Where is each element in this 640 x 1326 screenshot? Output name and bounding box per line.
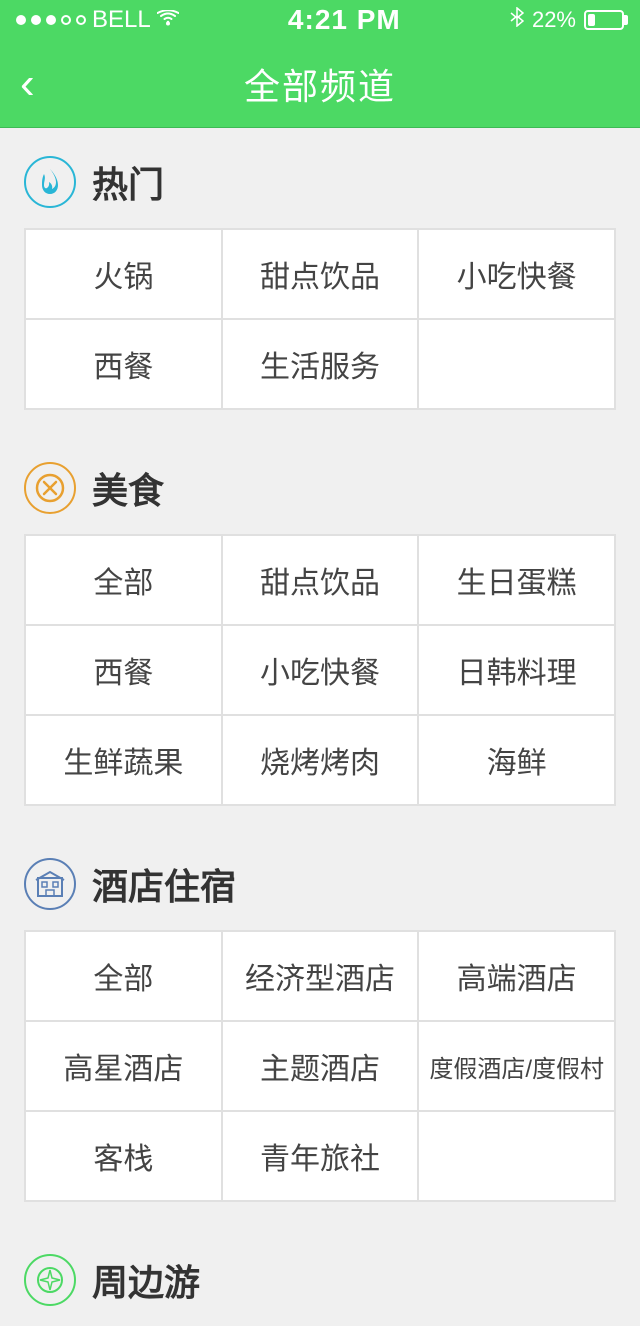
hot-grid: 火锅 甜点饮品 小吃快餐 西餐 生活服务 xyxy=(24,228,616,410)
divider-3 xyxy=(0,1202,640,1226)
grid-item[interactable]: 经济型酒店 xyxy=(223,932,418,1020)
grid-item[interactable]: 海鲜 xyxy=(419,716,614,804)
section-hotel: 酒店住宿 全部 经济型酒店 高端酒店 高星酒店 主题酒店 度假酒店/度假村 客栈… xyxy=(0,830,640,1202)
grid-item[interactable]: 甜点饮品 xyxy=(223,230,418,318)
grid-item[interactable]: 小吃快餐 xyxy=(223,626,418,714)
content-area: 热门 火锅 甜点饮品 小吃快餐 西餐 生活服务 美食 全部 甜点饮品 xyxy=(0,128,640,1306)
hotel-icon xyxy=(24,858,76,910)
section-header-hot: 热门 xyxy=(24,156,616,208)
section-nearby: 周边游 xyxy=(0,1226,640,1306)
grid-item[interactable]: 高星酒店 xyxy=(26,1022,221,1110)
section-food: 美食 全部 甜点饮品 生日蛋糕 西餐 小吃快餐 日韩料理 生鲜蔬果 烧烤烤肉 海… xyxy=(0,434,640,806)
grid-item[interactable]: 客栈 xyxy=(26,1112,221,1200)
dot-3 xyxy=(46,15,56,25)
dot-5 xyxy=(76,15,86,25)
grid-item-empty xyxy=(419,320,614,408)
food-grid: 全部 甜点饮品 生日蛋糕 西餐 小吃快餐 日韩料理 生鲜蔬果 烧烤烤肉 海鲜 xyxy=(24,534,616,806)
grid-item[interactable]: 日韩料理 xyxy=(419,626,614,714)
grid-item[interactable]: 火锅 xyxy=(26,230,221,318)
divider-2 xyxy=(0,806,640,830)
grid-item[interactable]: 烧烤烤肉 xyxy=(223,716,418,804)
section-header-food: 美食 xyxy=(24,462,616,514)
grid-item[interactable]: 高端酒店 xyxy=(419,932,614,1020)
nearby-icon xyxy=(24,1254,76,1306)
grid-item[interactable]: 全部 xyxy=(26,932,221,1020)
nav-bar: ‹ 全部频道 xyxy=(0,40,640,128)
bluetooth-icon xyxy=(510,7,524,33)
grid-item[interactable]: 西餐 xyxy=(26,626,221,714)
grid-item[interactable]: 青年旅社 xyxy=(223,1112,418,1200)
food-icon xyxy=(24,462,76,514)
status-bar: BELL 4:21 PM 22% xyxy=(0,0,640,40)
hot-icon xyxy=(24,156,76,208)
time-display: 4:21 PM xyxy=(288,4,401,36)
section-title-nearby: 周边游 xyxy=(92,1254,200,1306)
section-title-hot: 热门 xyxy=(92,156,164,208)
status-right: 22% xyxy=(510,7,624,33)
grid-item[interactable]: 生鲜蔬果 xyxy=(26,716,221,804)
grid-item[interactable]: 甜点饮品 xyxy=(223,536,418,624)
section-title-food: 美食 xyxy=(92,462,164,514)
divider-1 xyxy=(0,410,640,434)
grid-item[interactable]: 小吃快餐 xyxy=(419,230,614,318)
dot-4 xyxy=(61,15,71,25)
dot-2 xyxy=(31,15,41,25)
grid-item[interactable]: 西餐 xyxy=(26,320,221,408)
grid-item[interactable]: 主题酒店 xyxy=(223,1022,418,1110)
grid-item[interactable]: 度假酒店/度假村 xyxy=(419,1022,614,1110)
status-left: BELL xyxy=(16,6,179,34)
hotel-grid: 全部 经济型酒店 高端酒店 高星酒店 主题酒店 度假酒店/度假村 客栈 青年旅社 xyxy=(24,930,616,1202)
page-title: 全部频道 xyxy=(244,58,396,110)
back-button[interactable]: ‹ xyxy=(20,62,35,106)
section-header-nearby: 周边游 xyxy=(24,1254,616,1306)
section-hot: 热门 火锅 甜点饮品 小吃快餐 西餐 生活服务 xyxy=(0,128,640,410)
carrier-label: BELL xyxy=(92,6,151,34)
battery-fill xyxy=(588,14,595,26)
battery-percent: 22% xyxy=(532,7,576,33)
signal-dots xyxy=(16,15,86,25)
dot-1 xyxy=(16,15,26,25)
grid-item[interactable]: 全部 xyxy=(26,536,221,624)
wifi-icon xyxy=(157,10,179,31)
section-header-hotel: 酒店住宿 xyxy=(24,858,616,910)
grid-item[interactable]: 生日蛋糕 xyxy=(419,536,614,624)
battery-icon xyxy=(584,10,624,30)
grid-item[interactable]: 生活服务 xyxy=(223,320,418,408)
section-title-hotel: 酒店住宿 xyxy=(92,858,236,910)
grid-item-empty xyxy=(419,1112,614,1200)
